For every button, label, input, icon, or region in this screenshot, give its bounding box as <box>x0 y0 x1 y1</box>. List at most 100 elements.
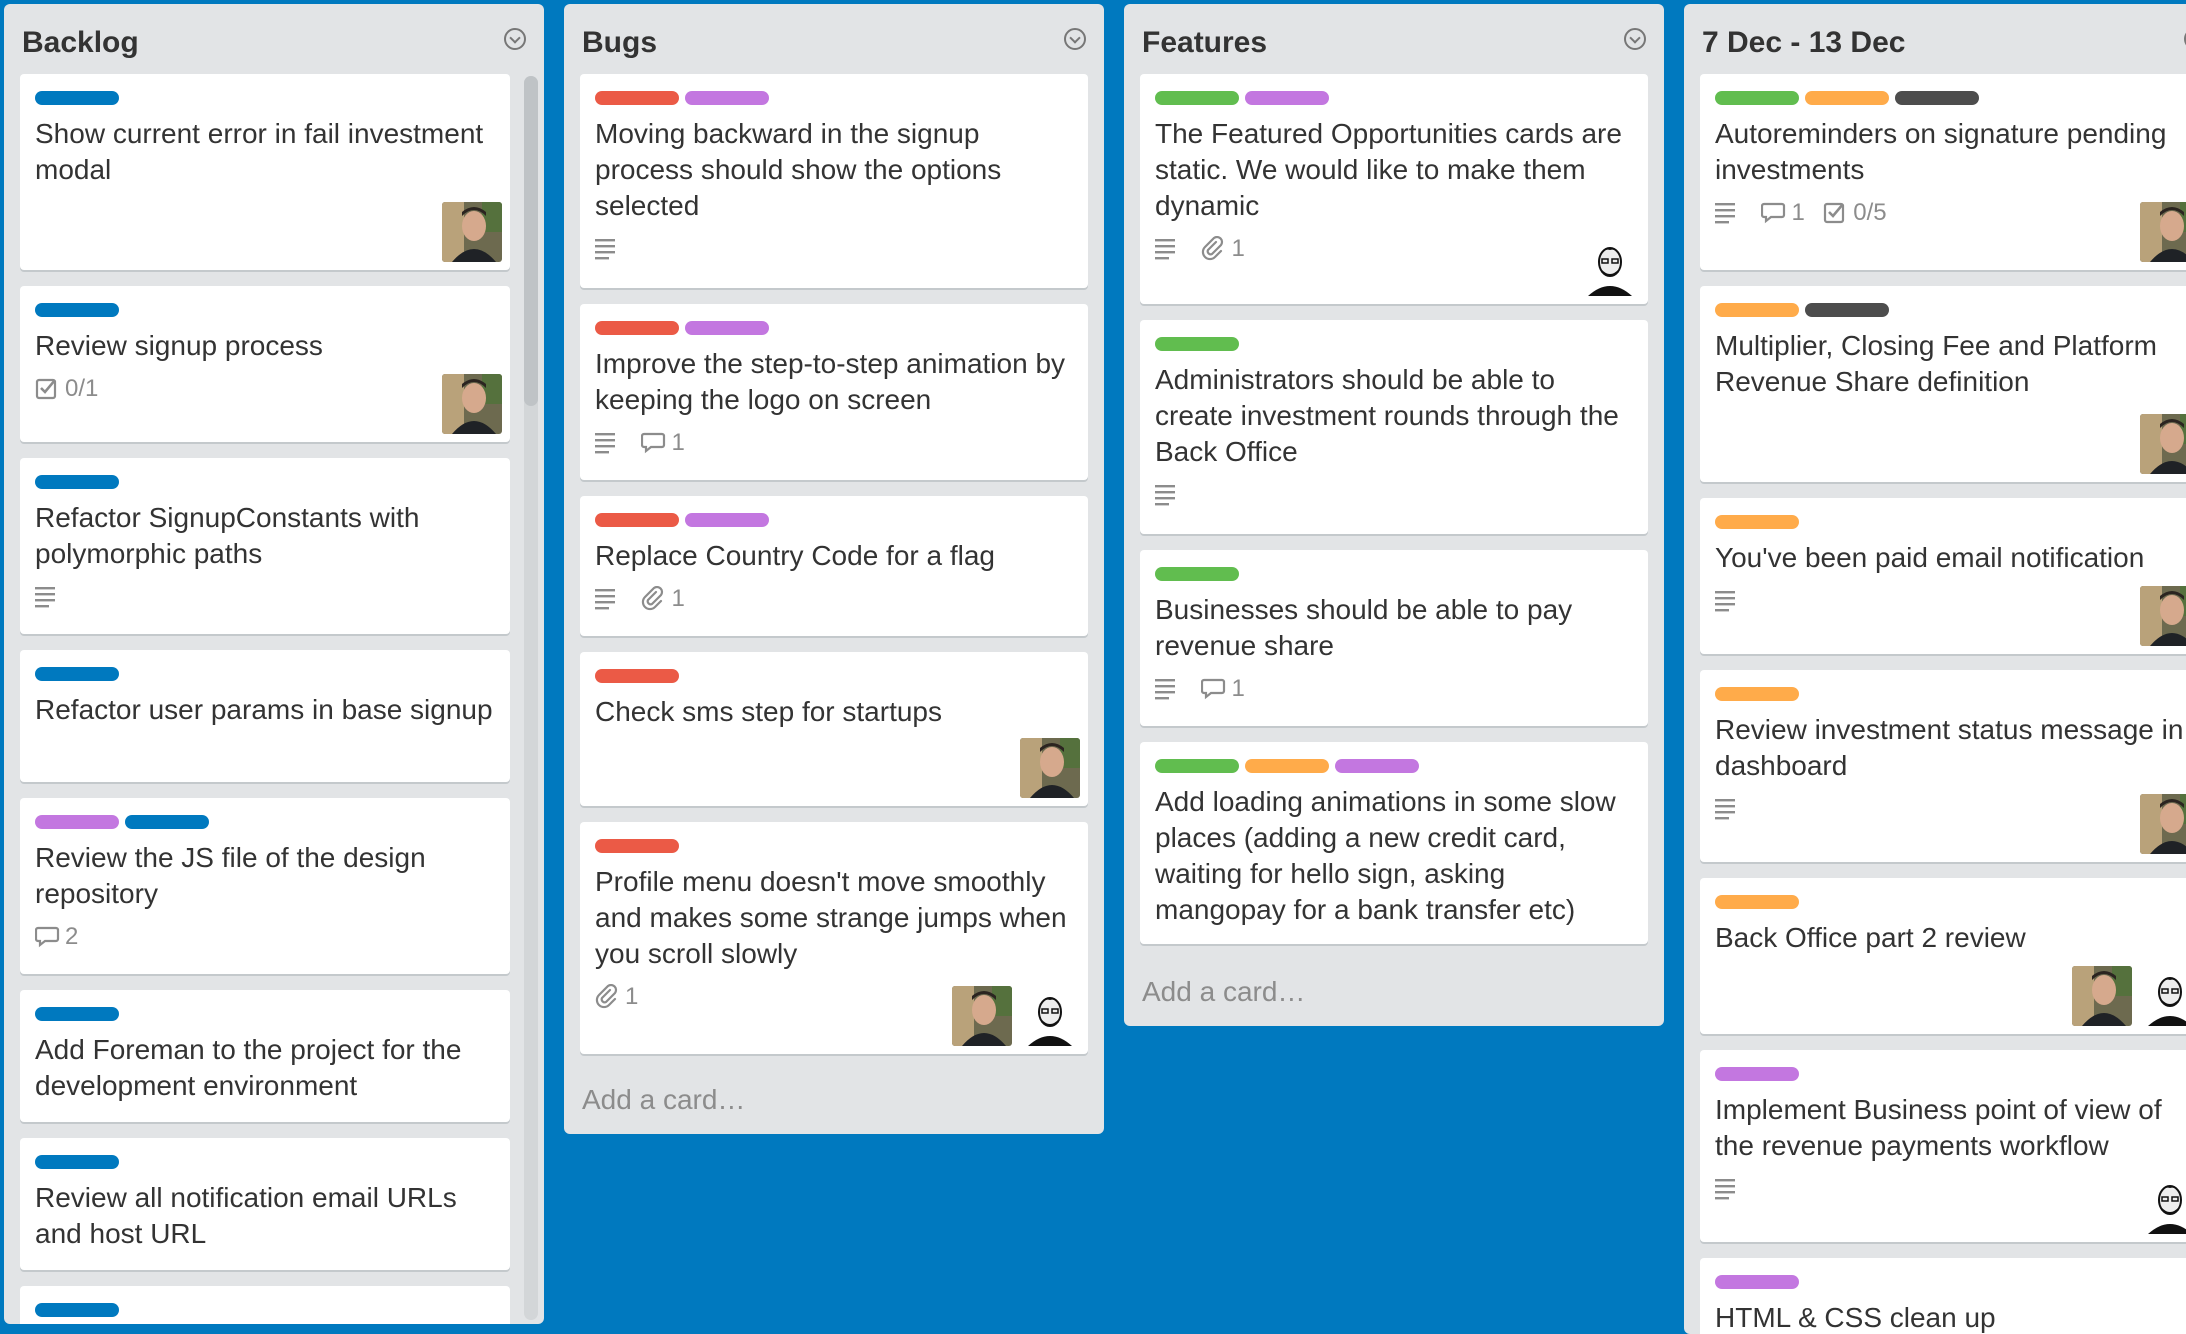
avatar[interactable] <box>442 374 502 434</box>
avatar[interactable] <box>952 986 1012 1046</box>
card[interactable]: Multiplier, Closing Fee and Platform Rev… <box>1700 286 2186 482</box>
avatar[interactable] <box>1580 236 1640 296</box>
label-red <box>595 839 679 853</box>
card-badges: 1 0/5 <box>1715 198 1901 228</box>
card[interactable]: Autoreminders on signature pending inves… <box>1700 74 2186 270</box>
avatar[interactable] <box>2140 586 2186 646</box>
card[interactable]: Back Office part 2 review <box>1700 878 2186 1034</box>
description-badge <box>1155 674 1183 704</box>
card-badges: 1 <box>595 982 652 1012</box>
card-title: Refactor SignupConstants with polymorphi… <box>35 502 420 569</box>
card-badges: 1 <box>595 428 699 458</box>
label-red <box>595 669 679 683</box>
card[interactable]: Moving backward in the signup process sh… <box>580 74 1088 288</box>
avatar[interactable] <box>442 202 502 262</box>
card-labels <box>1715 303 1895 317</box>
card[interactable]: Improve the step-to-step animation by ke… <box>580 304 1088 480</box>
chevron-circle-icon[interactable] <box>504 28 526 50</box>
avatar[interactable] <box>1020 738 1080 798</box>
checklist-icon <box>1823 202 1845 224</box>
attachment-count: 1 <box>625 983 639 1010</box>
avatar[interactable] <box>2140 1174 2186 1234</box>
card-badges <box>1715 586 1757 616</box>
card[interactable]: Administrators should be able to create … <box>1140 320 1648 534</box>
comment-count: 1 <box>1231 675 1245 702</box>
description-badge <box>1715 794 1743 824</box>
label-orange <box>1715 687 1799 701</box>
card-labels <box>595 91 775 105</box>
checklist-badge: 0/1 <box>35 374 98 404</box>
card-members <box>2132 1174 2186 1234</box>
card[interactable]: Review investment status message in dash… <box>1700 670 2186 862</box>
comment-icon <box>35 926 60 947</box>
avatar[interactable] <box>2140 966 2186 1026</box>
add-card-link[interactable]: Add a card… <box>1142 976 1305 1008</box>
card-labels <box>35 667 125 681</box>
card-title: Review investment status message in dash… <box>1715 714 2184 781</box>
comment-icon <box>1761 202 1786 223</box>
card-badges <box>35 582 77 612</box>
attachment-icon <box>1202 236 1224 261</box>
comment-count: 1 <box>671 429 685 456</box>
card[interactable] <box>20 1286 510 1324</box>
card-title: Multiplier, Closing Fee and Platform Rev… <box>1715 330 2157 397</box>
label-orange <box>1805 91 1889 105</box>
card[interactable]: Show current error in fail investment mo… <box>20 74 510 270</box>
list-scrollbar[interactable] <box>524 76 538 1320</box>
description-badge <box>1155 234 1183 264</box>
checklist-count: 0/5 <box>1853 199 1887 226</box>
card-labels <box>1155 759 1425 773</box>
card[interactable]: Replace Country Code for a flag 1 <box>580 496 1088 636</box>
comment-badge: 1 <box>1761 198 1805 228</box>
card[interactable]: Review the JS file of the design reposit… <box>20 798 510 974</box>
card[interactable]: Refactor SignupConstants with polymorphi… <box>20 458 510 634</box>
avatar[interactable] <box>2072 966 2132 1026</box>
card[interactable]: Businesses should be able to pay revenue… <box>1140 550 1648 726</box>
card-labels <box>1715 687 1805 701</box>
add-card-link[interactable]: Add a card… <box>582 1084 745 1116</box>
avatar[interactable] <box>2140 202 2186 262</box>
card-title: Moving backward in the signup process sh… <box>595 118 1002 221</box>
card-title: The Featured Opportunities cards are sta… <box>1155 118 1622 221</box>
card[interactable]: Review all notification email URLs and h… <box>20 1138 510 1270</box>
checklist-icon <box>35 378 57 400</box>
card-title: Replace Country Code for a flag <box>595 540 995 571</box>
description-icon <box>1155 485 1175 506</box>
description-icon <box>1715 799 1735 820</box>
card[interactable]: Add loading animations in some slow plac… <box>1140 742 1648 944</box>
card[interactable]: Profile menu doesn't move smoothly and m… <box>580 822 1088 1054</box>
card[interactable]: Add Foreman to the project for the devel… <box>20 990 510 1122</box>
card-title: Add Foreman to the project for the devel… <box>35 1034 462 1101</box>
chevron-circle-icon[interactable] <box>1064 28 1086 50</box>
card[interactable]: Check sms step for startups <box>580 652 1088 806</box>
label-blue <box>35 475 119 489</box>
description-icon <box>35 587 55 608</box>
card[interactable]: Review signup process 0/1 <box>20 286 510 442</box>
card[interactable]: You've been paid email notification <box>1700 498 2186 654</box>
list-bugs: Bugs Moving backward in the signup proce… <box>564 4 1104 1134</box>
avatar[interactable] <box>2140 414 2186 474</box>
scrollbar-thumb[interactable] <box>524 76 538 406</box>
attachment-badge: 1 <box>595 982 638 1012</box>
label-blue <box>35 1007 119 1021</box>
description-badge <box>595 234 623 264</box>
checklist-badge: 0/5 <box>1823 198 1887 228</box>
card[interactable]: Implement Business point of view of the … <box>1700 1050 2186 1242</box>
comment-count: 2 <box>65 923 79 950</box>
avatar[interactable] <box>2140 794 2186 854</box>
avatar[interactable] <box>1020 986 1080 1046</box>
card-members <box>2132 586 2186 646</box>
description-badge <box>1715 198 1743 228</box>
description-badge <box>1155 480 1183 510</box>
label-purple <box>1245 91 1329 105</box>
list-header: 7 Dec - 13 Dec <box>1702 22 2186 64</box>
label-blue <box>35 303 119 317</box>
card[interactable]: HTML & CSS clean up <box>1700 1258 2186 1334</box>
comment-badge: 1 <box>641 428 685 458</box>
card[interactable]: The Featured Opportunities cards are sta… <box>1140 74 1648 304</box>
description-icon <box>595 589 615 610</box>
card-labels <box>35 815 215 829</box>
card[interactable]: Refactor user params in base signup <box>20 650 510 782</box>
chevron-circle-icon[interactable] <box>1624 28 1646 50</box>
list-title: Backlog <box>22 26 139 59</box>
